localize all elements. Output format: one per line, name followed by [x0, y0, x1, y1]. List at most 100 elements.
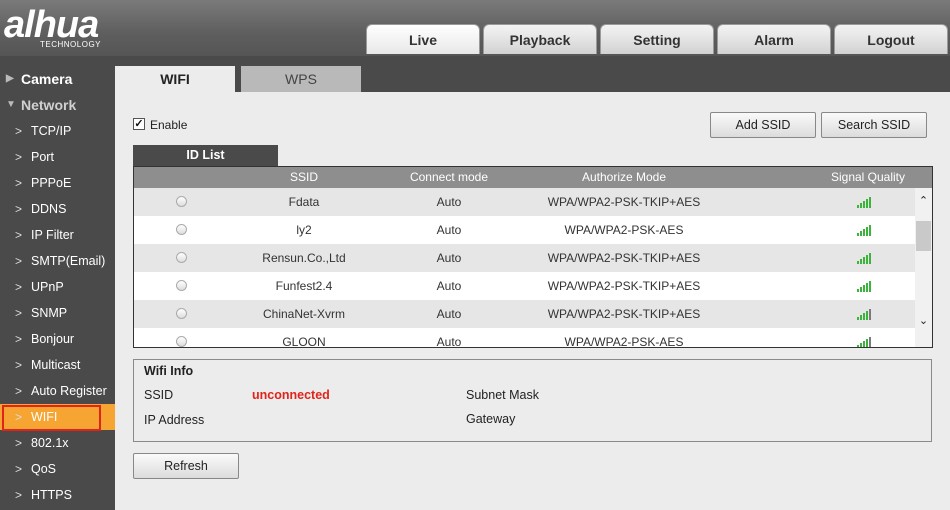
search-ssid-button[interactable]: Search SSID — [821, 112, 927, 138]
sidebar-category-network[interactable]: ▼ Network — [0, 92, 115, 118]
scroll-down-icon[interactable]: ⌄ — [915, 314, 932, 327]
sidebar-item-wifi[interactable]: > WIFI — [0, 404, 115, 431]
chevron-right-icon: > — [15, 306, 23, 320]
chevron-right-icon: > — [15, 436, 23, 450]
sidebar-item-8021x[interactable]: >802.1x — [0, 430, 115, 456]
ssid-cell: ChinaNet-Xvrm — [262, 307, 346, 321]
select-radio[interactable] — [176, 308, 187, 319]
sidebar-item-label: SMTP(Email) — [31, 254, 106, 268]
sidebar-item-port[interactable]: > Port — [0, 144, 115, 170]
table-row[interactable]: GLOON Auto WPA/WPA2-PSK-AES — [134, 328, 915, 347]
authorize-mode-cell: WPA/WPA2-PSK-AES — [564, 223, 684, 237]
nav-setting[interactable]: Setting — [600, 24, 714, 54]
select-radio[interactable] — [176, 336, 187, 347]
enable-label: Enable — [150, 118, 188, 132]
column-header-ssid: SSID — [289, 170, 318, 184]
ssid-label: SSID — [144, 388, 174, 402]
sidebar-item-upnp[interactable]: > UPnP — [0, 274, 115, 300]
select-radio[interactable] — [176, 252, 187, 263]
sidebar-item-label: Multicast — [31, 358, 81, 372]
chevron-right-icon: > — [15, 150, 23, 164]
signal-strength-icon — [857, 197, 873, 208]
tab-bar: WIFI WPS — [115, 56, 950, 92]
table-row[interactable]: Fdata Auto WPA/WPA2-PSK-TKIP+AES — [134, 188, 915, 216]
connect-mode-cell: Auto — [436, 307, 462, 321]
sidebar-item-smtp[interactable]: > SMTP(Email) — [0, 248, 115, 274]
add-ssid-button[interactable]: Add SSID — [710, 112, 816, 138]
tab-wps[interactable]: WPS — [241, 66, 361, 92]
sidebar-item-label: UPnP — [31, 280, 64, 294]
scroll-up-icon[interactable]: ⌃ — [915, 194, 932, 207]
enable-checkbox[interactable]: ✓ — [133, 118, 145, 130]
chevron-right-icon: > — [15, 332, 23, 346]
chevron-right-icon: > — [15, 488, 23, 502]
sidebar-item-label: TCP/IP — [31, 124, 72, 138]
sidebar-item-https[interactable]: > HTTPS — [0, 482, 115, 508]
sidebar-item-pppoe[interactable]: > PPPoE — [0, 170, 115, 196]
brand-tagline: TECHNOLOGY — [40, 40, 102, 49]
ssid-cell: ly2 — [296, 223, 312, 237]
sidebar-item-label: DDNS — [31, 202, 67, 216]
sidebar-item-bonjour[interactable]: > Bonjour — [0, 326, 115, 352]
id-list-tab[interactable]: ID List — [133, 145, 278, 166]
subnet-mask-label: Subnet Mask — [466, 388, 539, 402]
connect-mode-cell: Auto — [436, 195, 462, 209]
sidebar-item-label: PPPoE — [31, 176, 72, 190]
sidebar-item-auto-register[interactable]: > Auto Register — [0, 378, 115, 404]
nav-playback[interactable]: Playback — [483, 24, 597, 54]
chevron-right-icon: > — [15, 410, 23, 424]
signal-strength-icon — [857, 253, 873, 264]
ssid-value: unconnected — [252, 388, 330, 402]
signal-strength-icon — [857, 309, 873, 320]
gateway-label: Gateway — [466, 412, 516, 426]
table-row[interactable]: Funfest2.4 Auto WPA/WPA2-PSK-TKIP+AES — [134, 272, 915, 300]
expand-triangle-icon: ▶ — [6, 73, 14, 84]
signal-strength-icon — [857, 281, 873, 292]
table-header: SSID Connect mode Authorize Mode Signal … — [134, 167, 932, 188]
sidebar-item-snmp[interactable]: > SNMP — [0, 300, 115, 326]
nav-live[interactable]: Live — [366, 24, 480, 54]
sidebar-item-label: Bonjour — [31, 332, 75, 346]
table-row[interactable]: ChinaNet-Xvrm Auto WPA/WPA2-PSK-TKIP+AES — [134, 300, 915, 328]
sidebar-item-tcpip[interactable]: > TCP/IP — [0, 118, 115, 144]
scrollbar-thumb[interactable] — [916, 221, 931, 251]
sidebar-item-label: Port — [31, 150, 54, 164]
sidebar-item-multicast[interactable]: > Multicast — [0, 352, 115, 378]
sidebar-category-label: Network — [21, 97, 77, 113]
wifi-info-title: Wifi Info — [144, 364, 194, 378]
select-radio[interactable] — [176, 196, 187, 207]
authorize-mode-cell: WPA/WPA2-PSK-TKIP+AES — [547, 307, 701, 321]
sidebar-item-label: QoS — [31, 462, 57, 476]
collapse-triangle-icon: ▼ — [6, 99, 16, 110]
sidebar-item-label: SNMP — [31, 306, 68, 320]
chevron-right-icon: > — [15, 358, 23, 372]
header-bar: alhua TECHNOLOGY Live Playback Setting A… — [0, 0, 950, 56]
sidebar-item-ddns[interactable]: > DDNS — [0, 196, 115, 222]
chevron-right-icon: > — [15, 384, 23, 398]
sidebar-item-ip-filter[interactable]: > IP Filter — [0, 222, 115, 248]
nav-logout[interactable]: Logout — [834, 24, 948, 54]
connect-mode-cell: Auto — [436, 251, 462, 265]
chevron-right-icon: > — [15, 254, 23, 268]
sidebar-category-camera[interactable]: ▶ Camera — [0, 66, 115, 92]
tab-wifi[interactable]: WIFI — [115, 66, 235, 92]
refresh-button[interactable]: Refresh — [133, 453, 239, 479]
authorize-mode-cell: WPA/WPA2-PSK-TKIP+AES — [547, 195, 701, 209]
column-header-signal-quality: Signal Quality — [830, 170, 906, 184]
nav-alarm[interactable]: Alarm — [717, 24, 831, 54]
main-content: WIFI WPS ✓ Enable Add SSID Search SSID I… — [115, 56, 950, 510]
table-row[interactable]: ly2 Auto WPA/WPA2-PSK-AES — [134, 216, 915, 244]
table-scrollbar[interactable]: ⌃ ⌄ — [915, 188, 932, 347]
select-radio[interactable] — [176, 224, 187, 235]
table-row[interactable]: Rensun.Co.,Ltd Auto WPA/WPA2-PSK-TKIP+AE… — [134, 244, 915, 272]
authorize-mode-cell: WPA/WPA2-PSK-TKIP+AES — [547, 251, 701, 265]
ssid-cell: Funfest2.4 — [275, 279, 333, 293]
ssid-cell: Rensun.Co.,Ltd — [262, 251, 346, 265]
chevron-right-icon: > — [15, 462, 23, 476]
chevron-right-icon: > — [15, 124, 23, 138]
ip-address-label: IP Address — [144, 413, 205, 427]
select-radio[interactable] — [176, 280, 187, 291]
sidebar-item-qos[interactable]: > QoS — [0, 456, 115, 482]
sidebar-item-label: Auto Register — [31, 384, 107, 398]
sidebar-item-label: HTTPS — [31, 488, 72, 502]
